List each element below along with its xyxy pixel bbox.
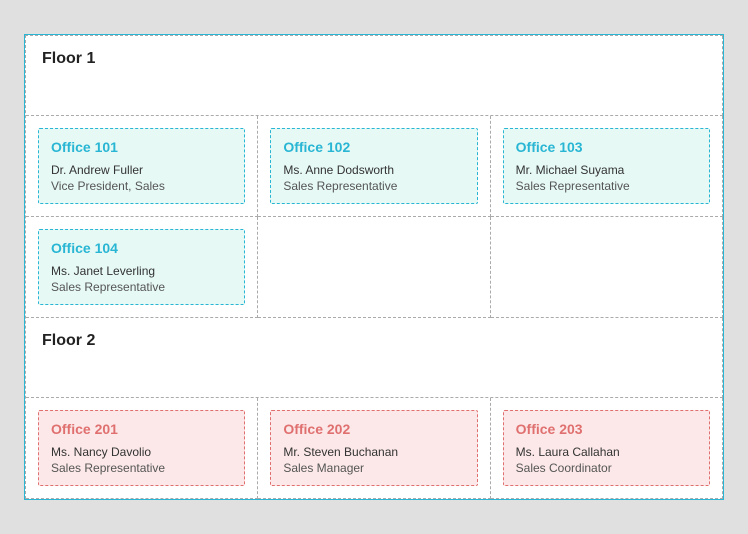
floor-label-floor1: Floor 1 [42, 50, 95, 67]
office-cell-floor2-0-0: Office 201 Ms. Nancy Davolio Sales Represe… [26, 398, 258, 499]
office-title-101: Office 101 [51, 139, 232, 155]
office-title-103: Office 103 [516, 139, 697, 155]
floor-label-floor2: Floor 2 [42, 332, 95, 349]
office-name-103: Mr. Michael Suyama [516, 163, 697, 177]
main-container: Floor 1 Office 101 Dr. Andrew Fuller Vice P… [24, 34, 724, 500]
office-card-203[interactable]: Office 203 Ms. Laura Callahan Sales Coordi… [503, 410, 710, 486]
office-role-201: Sales Representative [51, 461, 232, 475]
office-cell-floor2-0-2: Office 203 Ms. Laura Callahan Sales Coordi… [491, 398, 723, 499]
office-cell-floor1-0-0: Office 101 Dr. Andrew Fuller Vice Presiden… [26, 116, 258, 217]
office-role-101: Vice President, Sales [51, 179, 232, 193]
office-cell-floor1-1-1 [258, 217, 490, 318]
office-name-203: Ms. Laura Callahan [516, 445, 697, 459]
office-role-202: Sales Manager [283, 461, 464, 475]
office-title-201: Office 201 [51, 421, 232, 437]
office-name-104: Ms. Janet Leverling [51, 264, 232, 278]
office-role-203: Sales Coordinator [516, 461, 697, 475]
office-cell-floor1-0-2: Office 103 Mr. Michael Suyama Sales Repres… [491, 116, 723, 217]
office-card-102[interactable]: Office 102 Ms. Anne Dodsworth Sales Repres… [270, 128, 477, 204]
office-role-103: Sales Representative [516, 179, 697, 193]
office-card-201[interactable]: Office 201 Ms. Nancy Davolio Sales Represe… [38, 410, 245, 486]
office-cell-floor1-1-2 [491, 217, 723, 318]
office-name-102: Ms. Anne Dodsworth [283, 163, 464, 177]
office-title-102: Office 102 [283, 139, 464, 155]
office-role-104: Sales Representative [51, 280, 232, 294]
office-card-101[interactable]: Office 101 Dr. Andrew Fuller Vice Presiden… [38, 128, 245, 204]
office-name-202: Mr. Steven Buchanan [283, 445, 464, 459]
office-title-104: Office 104 [51, 240, 232, 256]
floor-header-floor2: Floor 2 [26, 318, 723, 398]
floor-grid: Floor 1 Office 101 Dr. Andrew Fuller Vice P… [25, 35, 723, 499]
office-cell-floor2-0-1: Office 202 Mr. Steven Buchanan Sales Manag… [258, 398, 490, 499]
office-cell-floor1-1-0: Office 104 Ms. Janet Leverling Sales Repre… [26, 217, 258, 318]
office-cell-floor1-0-1: Office 102 Ms. Anne Dodsworth Sales Repres… [258, 116, 490, 217]
office-name-201: Ms. Nancy Davolio [51, 445, 232, 459]
floor-header-floor1: Floor 1 [26, 36, 723, 116]
office-card-104[interactable]: Office 104 Ms. Janet Leverling Sales Repre… [38, 229, 245, 305]
office-name-101: Dr. Andrew Fuller [51, 163, 232, 177]
office-role-102: Sales Representative [283, 179, 464, 193]
office-title-203: Office 203 [516, 421, 697, 437]
office-card-202[interactable]: Office 202 Mr. Steven Buchanan Sales Manag… [270, 410, 477, 486]
office-title-202: Office 202 [283, 421, 464, 437]
office-card-103[interactable]: Office 103 Mr. Michael Suyama Sales Repres… [503, 128, 710, 204]
